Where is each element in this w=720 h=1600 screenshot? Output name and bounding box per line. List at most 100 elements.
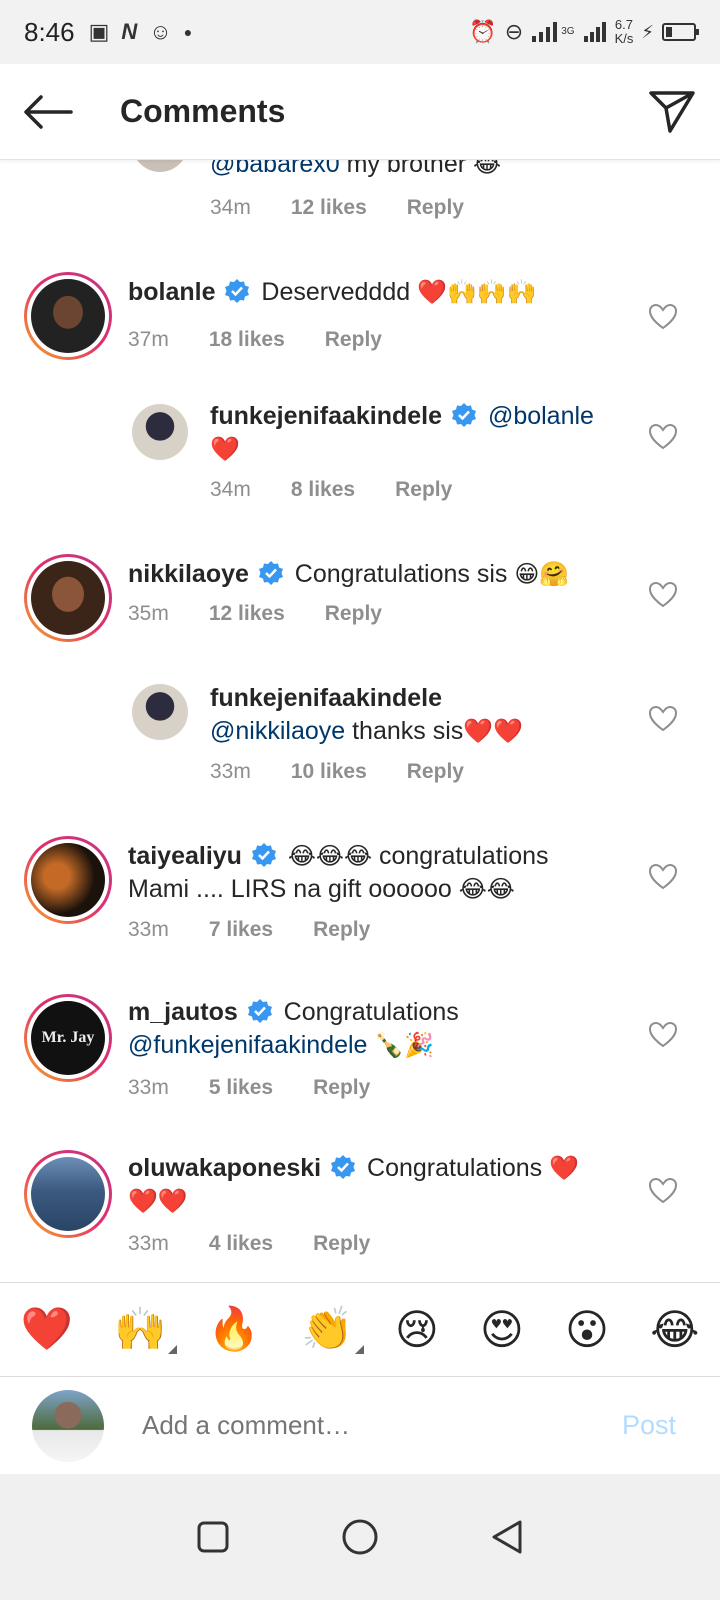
emoji-champagne-party: 🍾🎉 (367, 1032, 434, 1059)
send-icon (649, 90, 695, 133)
likes-count[interactable]: 4 likes (209, 1232, 273, 1256)
emoji-laugh: 😂😂 (458, 876, 515, 903)
signal-icon-2 (583, 22, 606, 42)
verified-badge-icon (225, 279, 250, 303)
emoji-clap-button[interactable]: 👏 (301, 1305, 364, 1354)
share-button[interactable] (624, 64, 720, 160)
comment-input[interactable] (142, 1410, 622, 1441)
alarm-icon: ⏰ (469, 19, 497, 44)
likes-count[interactable]: 8 likes (291, 478, 355, 502)
avatar[interactable]: Mr. Jay (24, 994, 112, 1082)
charging-icon: ⚡ (641, 21, 654, 42)
mention-link[interactable]: @nikkilaoye (210, 717, 345, 745)
like-heart-icon[interactable] (648, 302, 678, 332)
comment-time: 33m (128, 1076, 169, 1099)
likes-count[interactable]: 5 likes (209, 1076, 273, 1100)
verified-badge-icon (247, 999, 272, 1023)
emoji-hearts-hands: ❤️🙌🙌🙌 (417, 279, 537, 306)
emoji-wow-button[interactable]: 😮 (565, 1305, 609, 1354)
back-arrow-icon (24, 94, 73, 129)
comment-text: funkejenifaakindele @nikkilaoye thanks s… (210, 684, 524, 745)
avatar[interactable] (24, 1150, 112, 1238)
comment-item: @babarex0 my brother 😂 34m 12 likes Repl… (0, 160, 720, 230)
avatar[interactable] (24, 554, 112, 642)
avatar[interactable] (132, 160, 188, 172)
like-heart-icon[interactable] (648, 422, 678, 452)
like-heart-icon[interactable] (648, 580, 678, 610)
skin-tone-indicator-icon (354, 1345, 364, 1354)
like-heart-icon[interactable] (648, 1176, 678, 1206)
reply-button[interactable]: Reply (395, 478, 452, 502)
comment-meta: 34m 8 likes Reply (210, 478, 452, 502)
notification-app-icon: ☺ (149, 19, 172, 44)
reply-button[interactable]: Reply (325, 602, 382, 626)
avatar[interactable] (132, 684, 188, 740)
comment-text: taiyealiyu 😂😂😂 congratulations Mami ....… (128, 842, 549, 903)
comment-meta: 33m 7 likes Reply (128, 918, 370, 942)
comment-time: 35m (128, 602, 169, 625)
network-speed: 6.7 K/s (614, 17, 634, 46)
avatar[interactable] (132, 404, 188, 460)
post-button[interactable]: Post (622, 1410, 676, 1441)
username[interactable]: funkejenifaakindele (210, 402, 442, 430)
reply-button[interactable]: Reply (313, 918, 370, 942)
comment-item: bolanle Deservedddd ❤️🙌🙌🙌 37m 18 likes R… (0, 268, 720, 368)
back-button[interactable] (0, 64, 96, 160)
recents-square-icon[interactable] (196, 1520, 230, 1554)
emoji-heart-button[interactable]: ❤️ (21, 1305, 73, 1354)
skin-tone-indicator-icon (167, 1345, 177, 1354)
comment-item: funkejenifaakindele @bolanle ❤️ 34m 8 li… (0, 396, 720, 516)
emoji-laugh: 😂 (473, 160, 502, 178)
avatar-logo-text: Mr. Jay (41, 1029, 95, 1046)
likes-count[interactable]: 10 likes (291, 760, 367, 784)
reply-button[interactable]: Reply (313, 1076, 370, 1100)
likes-count[interactable]: 7 likes (209, 918, 273, 942)
comment-text: nikkilaoye Congratulations sis 😁🤗 (128, 560, 570, 588)
emoji-laugh-button[interactable]: 😂 (650, 1305, 699, 1354)
username[interactable]: bolanle (128, 278, 216, 306)
mention-link[interactable]: @bolanle (488, 402, 594, 430)
emoji-cry-button[interactable]: 😢 (395, 1305, 439, 1354)
like-heart-icon[interactable] (648, 1020, 678, 1050)
comment-text: oluwakaponeski Congratulations ❤️❤️❤️ (128, 1154, 579, 1215)
comment-text: funkejenifaakindele @bolanle ❤️ (210, 400, 620, 466)
username[interactable]: taiyealiyu (128, 842, 242, 870)
comment-time: 34m (210, 196, 251, 219)
reply-button[interactable]: Reply (407, 196, 464, 220)
more-notifications-icon: ● (183, 24, 193, 40)
emoji-raised-hands-button[interactable]: 🙌 (114, 1305, 177, 1354)
comment-time: 37m (128, 328, 169, 351)
mention-link[interactable]: @babarex0 (210, 160, 340, 178)
avatar[interactable] (24, 836, 112, 924)
emoji-fire-button[interactable]: 🔥 (208, 1305, 260, 1354)
likes-count[interactable]: 12 likes (291, 196, 367, 220)
reply-button[interactable]: Reply (325, 328, 382, 352)
comment-meta: 33m 10 likes Reply (210, 760, 464, 784)
verified-badge-icon (251, 843, 276, 867)
likes-count[interactable]: 12 likes (209, 602, 285, 626)
signal-icon (532, 22, 558, 42)
username[interactable]: funkejenifaakindele (210, 684, 442, 712)
emoji-quick-bar: ❤️ 🙌 🔥 👏 😢 😍 😮 😂 (0, 1282, 720, 1376)
reply-button[interactable]: Reply (313, 1232, 370, 1256)
comment-composer: Post (0, 1376, 720, 1474)
comments-list[interactable]: @babarex0 my brother 😂 34m 12 likes Repl… (0, 160, 720, 1305)
likes-count[interactable]: 18 likes (209, 328, 285, 352)
emoji-heart-eyes-button[interactable]: 😍 (480, 1305, 524, 1354)
comment-meta: 37m 18 likes Reply (128, 328, 382, 352)
username[interactable]: nikkilaoye (128, 560, 249, 588)
back-triangle-icon[interactable] (490, 1519, 524, 1555)
verified-badge-icon (331, 1155, 356, 1179)
home-circle-icon[interactable] (341, 1518, 379, 1556)
do-not-disturb-icon: ⊖ (504, 19, 524, 44)
avatar[interactable] (24, 272, 112, 360)
reply-button[interactable]: Reply (407, 760, 464, 784)
comment-meta: 35m 12 likes Reply (128, 602, 382, 626)
comment-item: nikkilaoye Congratulations sis 😁🤗 35m 12… (0, 552, 720, 652)
like-heart-icon[interactable] (648, 704, 678, 734)
like-heart-icon[interactable] (648, 862, 678, 892)
username[interactable]: oluwakaponeski (128, 1154, 321, 1182)
system-nav-bar (0, 1474, 720, 1600)
username[interactable]: m_jautos (128, 998, 238, 1026)
mention-link[interactable]: @funkejenifaakindele (128, 1031, 367, 1059)
